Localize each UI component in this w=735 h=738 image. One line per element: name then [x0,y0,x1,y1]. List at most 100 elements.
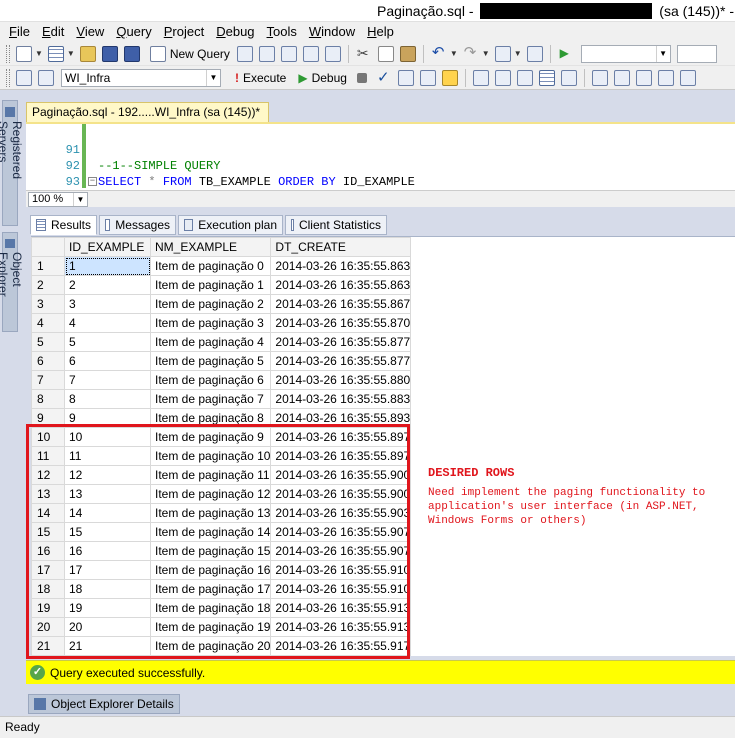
uncomment-icon[interactable] [613,69,630,86]
dt-create-cell[interactable]: 2014-03-26 16:35:55.907 [270,522,412,542]
nm-example-cell[interactable]: Item de paginação 19 [149,617,272,637]
dt-create-cell[interactable]: 2014-03-26 16:35:55.863 [270,256,412,276]
tab-execution-plan[interactable]: Execution plan [178,215,283,235]
paste-icon[interactable] [399,45,416,62]
grid-corner-cell[interactable] [31,237,65,257]
change-connection-icon[interactable] [38,69,54,86]
dt-create-cell[interactable]: 2014-03-26 16:35:55.893 [270,408,412,428]
dmx-query-icon[interactable] [280,45,297,62]
navigate-backward-icon[interactable] [494,45,511,62]
dt-create-cell[interactable]: 2014-03-26 16:35:55.917 [270,636,412,656]
column-header-id-example[interactable]: ID_EXAMPLE [64,237,151,257]
menu-edit[interactable]: Edit [36,22,70,42]
row-number-cell[interactable]: 11 [31,446,65,466]
include-client-stats-icon[interactable] [494,69,511,86]
document-tab[interactable]: Paginação.sql - 192.....WI_Infra (sa (14… [26,102,269,122]
results-to-grid-icon[interactable] [538,69,555,86]
menu-file[interactable]: File [3,22,36,42]
include-actual-plan-icon[interactable] [472,69,489,86]
row-number-cell[interactable]: 13 [31,484,65,504]
dt-create-cell[interactable]: 2014-03-26 16:35:55.897 [270,427,412,447]
nm-example-cell[interactable]: Item de paginação 18 [149,598,272,618]
dt-create-cell[interactable]: 2014-03-26 16:35:55.897 [270,446,412,466]
dt-create-cell[interactable]: 2014-03-26 16:35:55.907 [270,541,412,561]
toolbar-grip[interactable] [6,44,10,63]
dt-create-cell[interactable]: 2014-03-26 16:35:55.903 [270,503,412,523]
nm-example-cell[interactable]: Item de paginação 20 [149,636,272,656]
nm-example-cell[interactable]: Item de paginação 16 [149,560,272,580]
row-number-cell[interactable]: 5 [31,332,65,352]
nm-example-cell[interactable]: Item de paginação 9 [149,427,272,447]
results-to-file-icon[interactable] [560,69,577,86]
row-number-cell[interactable]: 14 [31,503,65,523]
id-example-cell[interactable]: 21 [64,636,151,656]
id-example-cell[interactable]: 2 [64,275,151,295]
solution-config-combo[interactable]: ▼ [580,44,671,63]
analysis-query-icon[interactable] [258,45,275,62]
chevron-down-icon[interactable]: ▼ [514,49,522,58]
row-number-cell[interactable]: 17 [31,560,65,580]
redo-icon[interactable] [463,43,479,62]
row-number-cell[interactable]: 4 [31,313,65,333]
nm-example-cell[interactable]: Item de paginação 5 [149,351,272,371]
id-example-cell[interactable]: 11 [64,446,151,466]
id-example-cell[interactable]: 14 [64,503,151,523]
nm-example-cell[interactable]: Item de paginação 1 [149,275,272,295]
tab-client-statistics[interactable]: Client Statistics [285,215,387,235]
debug-button[interactable]: ▶ Debug [298,71,347,85]
chevron-down-icon[interactable]: ▼ [67,49,75,58]
toolbar-grip[interactable] [6,68,10,87]
dt-create-cell[interactable]: 2014-03-26 16:35:55.910 [270,579,412,599]
row-number-cell[interactable]: 18 [31,579,65,599]
chevron-down-icon[interactable]: ▼ [35,49,43,58]
zoom-combo[interactable]: 100 % ▼ [28,192,88,207]
navigate-forward-icon[interactable] [526,45,543,62]
id-example-cell[interactable]: 8 [64,389,151,409]
menu-query[interactable]: Query [110,22,157,42]
parse-icon[interactable] [376,68,392,86]
id-example-cell[interactable]: 20 [64,617,151,637]
nm-example-cell[interactable]: Item de paginação 14 [149,522,272,542]
nm-example-cell[interactable]: Item de paginação 0 [149,256,272,276]
nm-example-cell[interactable]: Item de paginação 13 [149,503,272,523]
available-databases-combo[interactable]: WI_Infra ▼ [61,68,221,87]
chevron-down-icon[interactable]: ▼ [206,69,220,86]
dt-create-cell[interactable]: 2014-03-26 16:35:55.880 [270,370,412,390]
menu-help[interactable]: Help [361,22,400,42]
undo-icon[interactable] [431,43,447,62]
nm-example-cell[interactable]: Item de paginação 6 [149,370,272,390]
nm-example-cell[interactable]: Item de paginação 8 [149,408,272,428]
id-example-cell[interactable]: 15 [64,522,151,542]
id-example-cell[interactable]: 18 [64,579,151,599]
menu-view[interactable]: View [70,22,110,42]
row-number-cell[interactable]: 16 [31,541,65,561]
id-example-cell[interactable]: 4 [64,313,151,333]
query-designer-icon[interactable] [419,69,436,86]
open-file-icon[interactable] [79,45,96,62]
id-example-cell[interactable]: 10 [64,427,151,447]
id-example-cell[interactable]: 19 [64,598,151,618]
dt-create-cell[interactable]: 2014-03-26 16:35:55.877 [270,332,412,352]
object-explorer-details-tab[interactable]: Object Explorer Details [28,694,180,714]
find-combo[interactable] [676,44,717,63]
save-icon[interactable] [101,45,118,62]
id-example-cell[interactable]: 1 [64,256,151,276]
id-example-cell[interactable]: 3 [64,294,151,314]
id-example-cell[interactable]: 7 [64,370,151,390]
increase-indent-icon[interactable] [657,69,674,86]
display-estimated-plan-icon[interactable] [397,69,414,86]
database-engine-query-icon[interactable] [236,45,253,62]
row-number-cell[interactable]: 15 [31,522,65,542]
menu-tools[interactable]: Tools [261,22,303,42]
row-number-cell[interactable]: 9 [31,408,65,428]
nm-example-cell[interactable]: Item de paginação 7 [149,389,272,409]
menu-debug[interactable]: Debug [210,22,260,42]
chevron-down-icon[interactable]: ▼ [450,49,458,58]
chevron-down-icon[interactable]: ▼ [73,193,87,206]
add-item-icon[interactable] [47,45,64,62]
column-header-dt-create[interactable]: DT_CREATE [270,237,412,257]
id-example-cell[interactable]: 6 [64,351,151,371]
dt-create-cell[interactable]: 2014-03-26 16:35:55.913 [270,598,412,618]
nm-example-cell[interactable]: Item de paginação 10 [149,446,272,466]
start-debugging-icon[interactable] [558,46,574,62]
